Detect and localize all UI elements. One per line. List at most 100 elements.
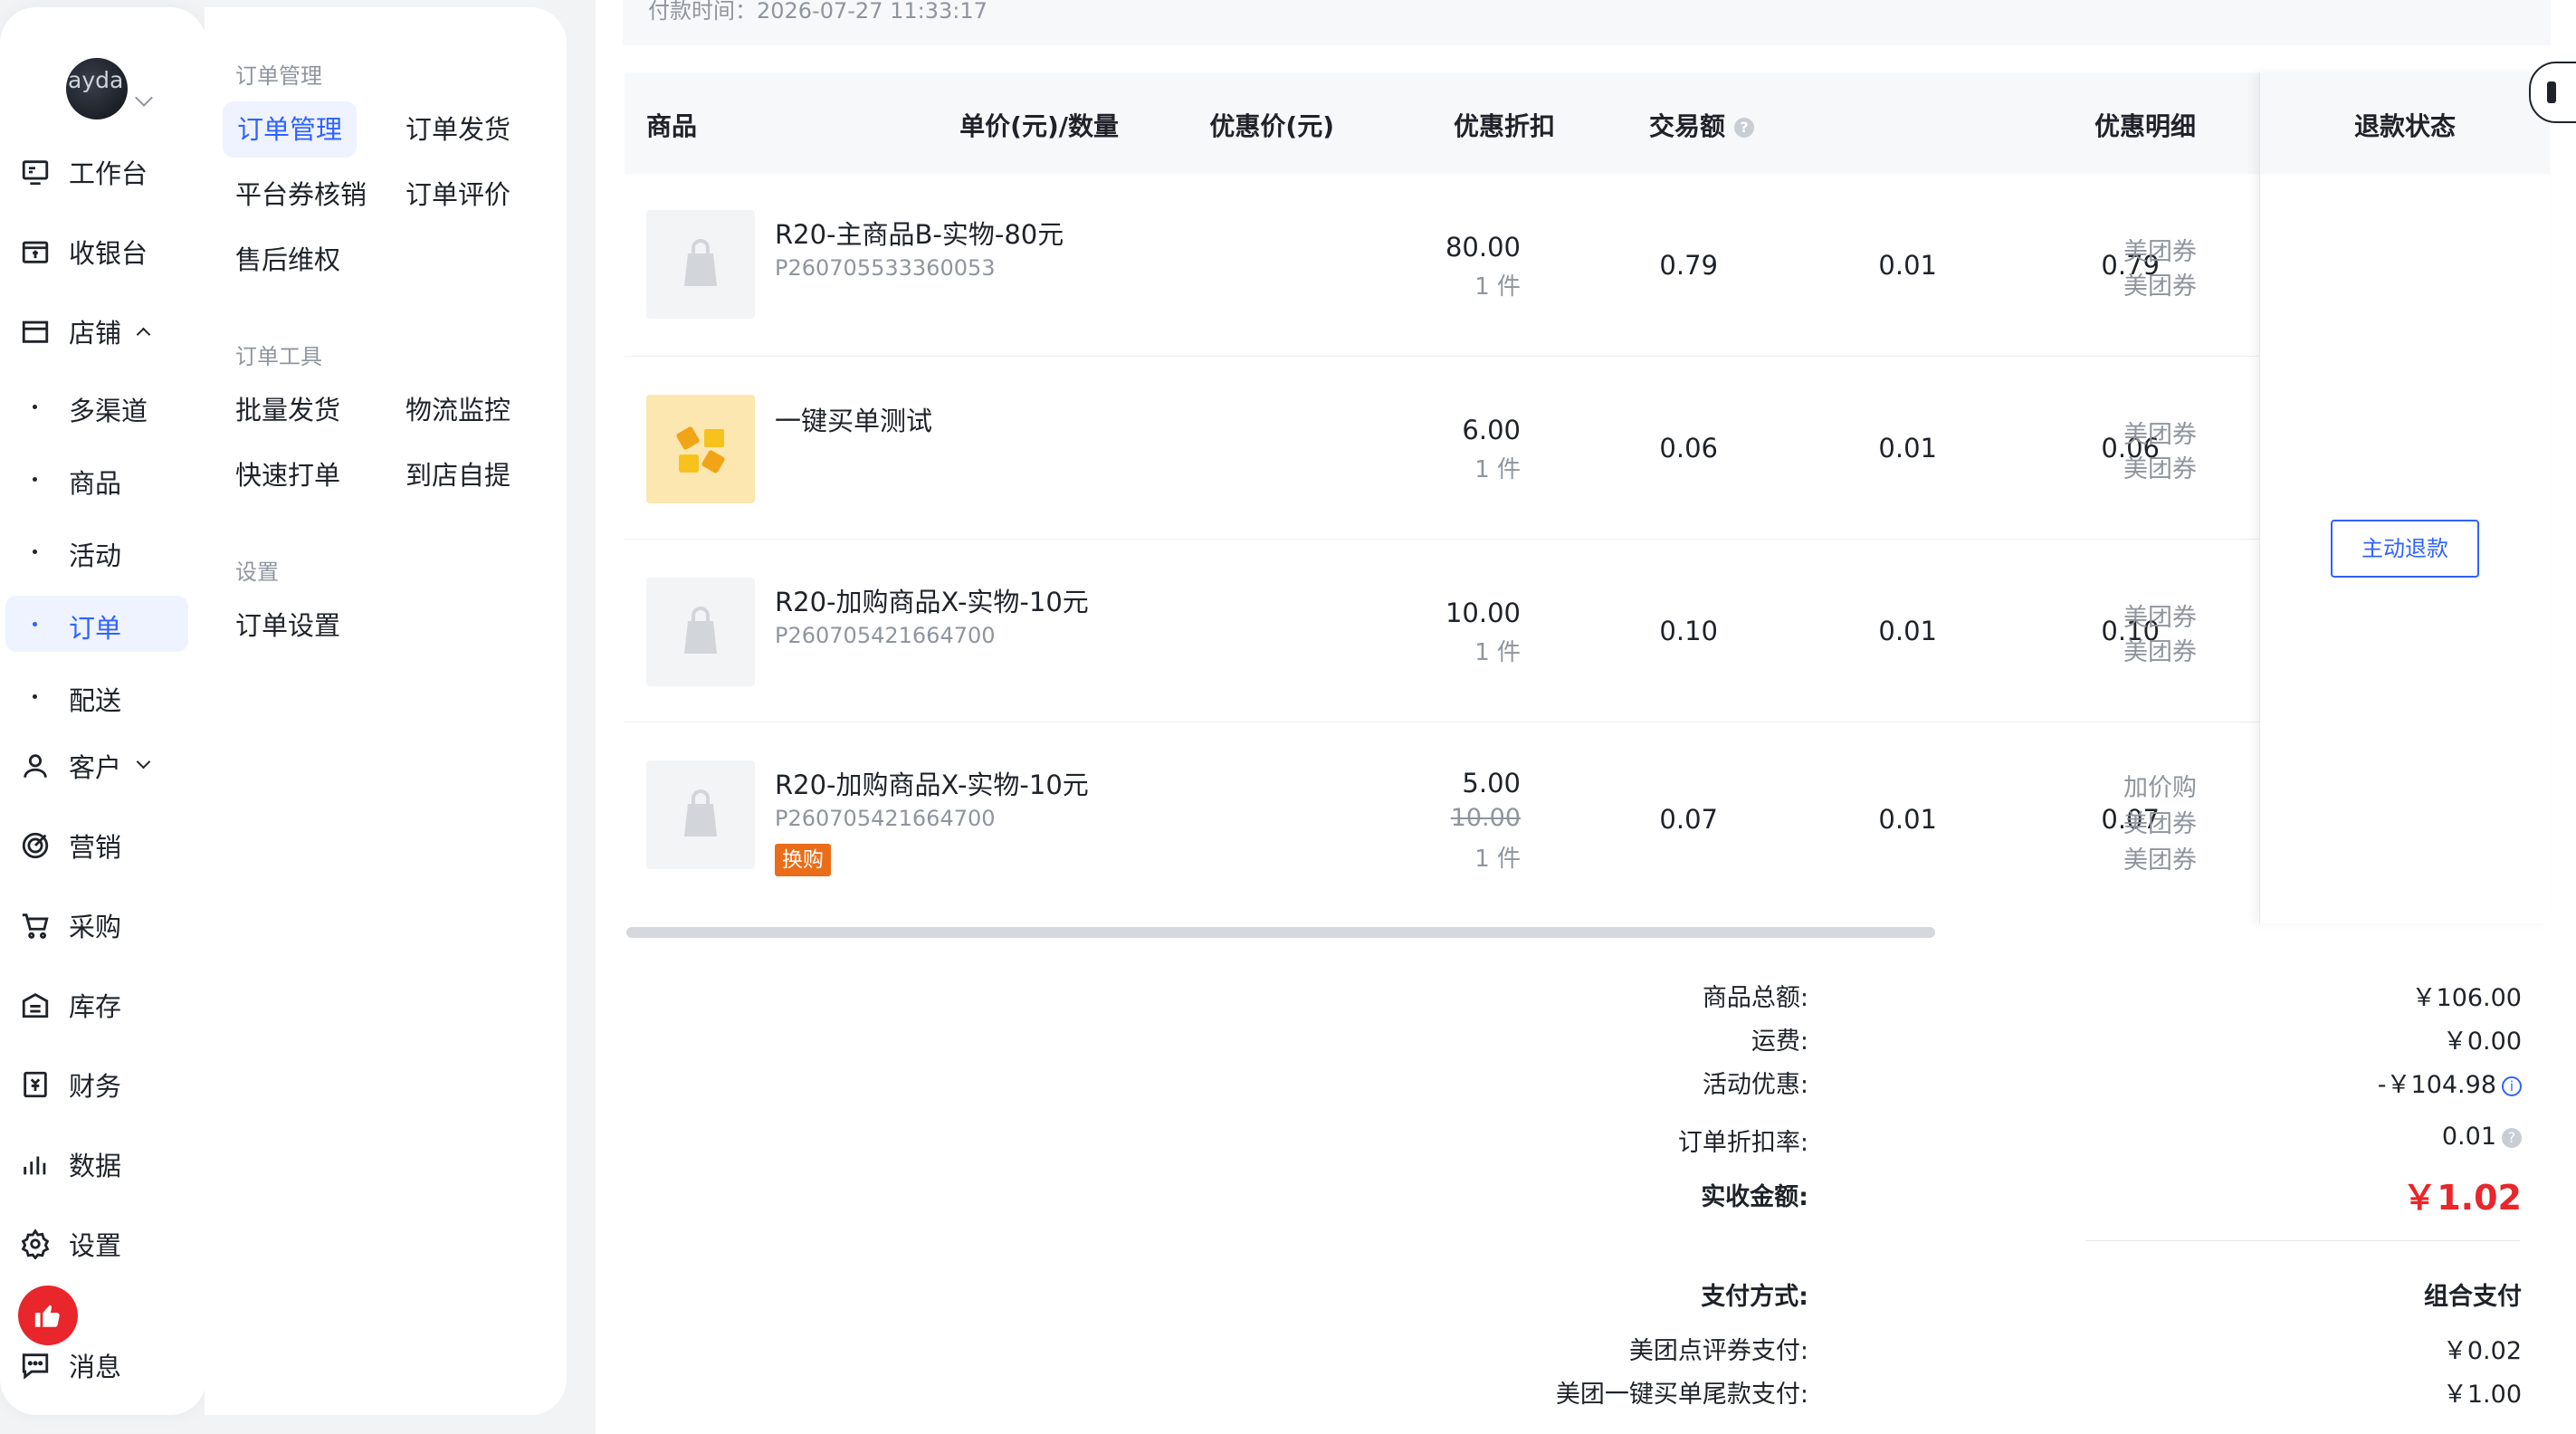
- nav-label: 数据: [69, 1151, 122, 1181]
- nav-item-data[interactable]: 数据: [0, 1135, 206, 1193]
- product-name[interactable]: 一键买单测试: [775, 400, 932, 438]
- menu-link-order-management[interactable]: 订单管理: [223, 101, 358, 158]
- menu-link-quick-print[interactable]: 快速打单: [235, 447, 340, 503]
- table-row: R20-主商品B-实物-80元 P260705533360053 80.00 1…: [625, 174, 2259, 357]
- shipping-label: 运费:: [1751, 1028, 1808, 1056]
- quantity: 1 件: [1474, 846, 1521, 873]
- promo-detail-item: 美团券: [2123, 272, 2197, 301]
- promo-detail-item: 美团券: [2123, 421, 2197, 449]
- menu-link-order-shipping[interactable]: 订单发货: [405, 101, 510, 158]
- promo-detail-item: 美团券: [2123, 238, 2197, 266]
- cashier-icon: [22, 241, 49, 263]
- nav-item-store[interactable]: 店铺: [0, 302, 206, 360]
- nav-item-workbench[interactable]: 工作台: [0, 143, 206, 201]
- promo-detail-item: 美团券: [2123, 638, 2197, 666]
- balance-pay-value: ￥1.00: [2442, 1381, 2522, 1409]
- product-image: [646, 395, 755, 503]
- info-icon[interactable]: i: [2502, 1076, 2522, 1096]
- discount: 0.01: [1878, 616, 1937, 646]
- sidebar-item-products[interactable]: 商品: [5, 451, 188, 507]
- unit-price: 5.00: [1462, 768, 1521, 798]
- customer-icon: [24, 754, 47, 778]
- discount: 0.01: [1878, 433, 1937, 464]
- nav-label: 收银台: [69, 238, 148, 269]
- discount-rate-label: 订单折扣率:: [1677, 1129, 1808, 1157]
- promo-detail-item: 美团券: [2123, 604, 2197, 632]
- order-submenu-panel: 订单管理 订单管理 订单发货 平台券核销 订单评价 售后维权 订单工具 批量发货…: [205, 7, 567, 1415]
- finance-icon: [24, 1071, 47, 1098]
- sidebar-item-orders[interactable]: 订单: [5, 596, 188, 652]
- goods-total-label: 商品总额:: [1702, 984, 1808, 1012]
- nav-item-inventory[interactable]: 库存: [0, 976, 206, 1034]
- refund-button[interactable]: 主动退款: [2331, 520, 2479, 578]
- nav-label: 工作台: [69, 158, 148, 189]
- quantity: 1 件: [1474, 456, 1521, 483]
- menu-link-after-sales[interactable]: 售后维权: [235, 232, 340, 288]
- voucher-pay-label: 美团点评券支付:: [1628, 1337, 1808, 1365]
- nav-item-cashier[interactable]: 收银台: [0, 223, 206, 281]
- discount: 0.01: [1878, 250, 1937, 281]
- order-items-table: 商品 单价(元)/数量 优惠价(元) 优惠折扣 交易额? 优惠明细 R20-主商…: [625, 72, 2550, 923]
- product-code: P260705421664700: [775, 806, 996, 831]
- main-nav-rail: ayda 工作台 收银台 店铺 多渠道 商品 活动 订单 配送 客户 营销 采购…: [0, 7, 206, 1415]
- pay-method-label: 支付方式:: [1701, 1283, 1808, 1311]
- menu-link-logistics-monitor[interactable]: 物流监控: [405, 382, 510, 438]
- nav-item-settings[interactable]: 设置: [0, 1215, 206, 1273]
- menu-link-batch-shipping[interactable]: 批量发货: [235, 382, 340, 438]
- chevron-down-icon[interactable]: [135, 89, 153, 107]
- nav-label: 采购: [69, 912, 122, 942]
- nav-label: 店铺: [69, 318, 122, 349]
- nav-label: 消息: [69, 1352, 122, 1382]
- nav-item-purchase[interactable]: 采购: [0, 896, 206, 954]
- panel-toggle-icon[interactable]: [2529, 62, 2576, 123]
- divider: [2085, 1240, 2520, 1241]
- product-name[interactable]: R20-加购商品X-实物-10元: [775, 764, 1089, 802]
- col-unit-price-qty: 单价(元)/数量: [959, 111, 1119, 141]
- nav-item-marketing[interactable]: 营销: [0, 817, 206, 875]
- data-chart-icon: [24, 1156, 46, 1175]
- nav-label: 营销: [69, 832, 122, 863]
- horizontal-scrollbar[interactable]: [626, 927, 1935, 938]
- nav-item-customer[interactable]: 客户: [0, 737, 206, 795]
- table-row: 一键买单测试 6.00 1 件 0.06 0.01 0.06 美团券 美团券: [625, 357, 2259, 540]
- col-product: 商品: [646, 111, 698, 141]
- menu-link-store-pickup[interactable]: 到店自提: [405, 447, 510, 503]
- discount: 0.01: [1878, 804, 1937, 835]
- col-promo-detail: 优惠明细: [2094, 111, 2197, 141]
- product-code: P260705533360053: [775, 255, 996, 281]
- chevron-up-icon: [136, 327, 151, 342]
- promo-value: -￥104.98 i: [2378, 1065, 2522, 1100]
- nav-label: 财务: [69, 1071, 122, 1102]
- col-refund-status: 退款状态: [2354, 111, 2457, 141]
- product-image: [646, 578, 755, 686]
- help-icon[interactable]: ?: [2502, 1127, 2522, 1148]
- promo-detail-item: 加价购: [2123, 774, 2197, 802]
- sidebar-item-delivery[interactable]: 配送: [5, 668, 188, 724]
- group-title-order-management: 订单管理: [235, 63, 322, 89]
- sidebar-item-activities[interactable]: 活动: [5, 523, 188, 579]
- unit-price: 10.00: [1445, 598, 1521, 628]
- menu-link-order-reviews[interactable]: 订单评价: [405, 167, 510, 223]
- product-name[interactable]: R20-加购商品X-实物-10元: [775, 581, 1089, 619]
- promo-label: 活动优惠:: [1702, 1071, 1808, 1099]
- chevron-down-icon: [136, 754, 151, 770]
- voucher-pay-value: ￥0.02: [2442, 1337, 2522, 1365]
- product-name[interactable]: R20-主商品B-实物-80元: [775, 214, 1064, 252]
- quantity: 1 件: [1474, 639, 1521, 666]
- menu-link-order-settings[interactable]: 订单设置: [235, 598, 340, 654]
- product-code: P260705421664700: [775, 623, 996, 648]
- nav-item-finance[interactable]: 财务: [0, 1056, 206, 1114]
- nav-label: 客户: [69, 752, 122, 783]
- table-row: R20-加购商品X-实物-10元 P260705421664700 10.00 …: [625, 540, 2259, 722]
- nav-item-messages[interactable]: 消息: [0, 1336, 206, 1394]
- sidebar-item-multichannel[interactable]: 多渠道: [5, 378, 188, 435]
- product-image: [646, 210, 755, 319]
- nav-label: 库存: [69, 991, 122, 1022]
- promo-price: 0.06: [1659, 433, 1718, 464]
- menu-link-voucher-redeem[interactable]: 平台券核销: [235, 167, 367, 223]
- exchange-tag: 换购: [775, 844, 831, 876]
- group-title-settings: 设置: [235, 559, 279, 585]
- settings-icon: [21, 1228, 50, 1259]
- avatar[interactable]: ayda: [66, 58, 128, 120]
- help-icon[interactable]: ?: [1734, 118, 1754, 138]
